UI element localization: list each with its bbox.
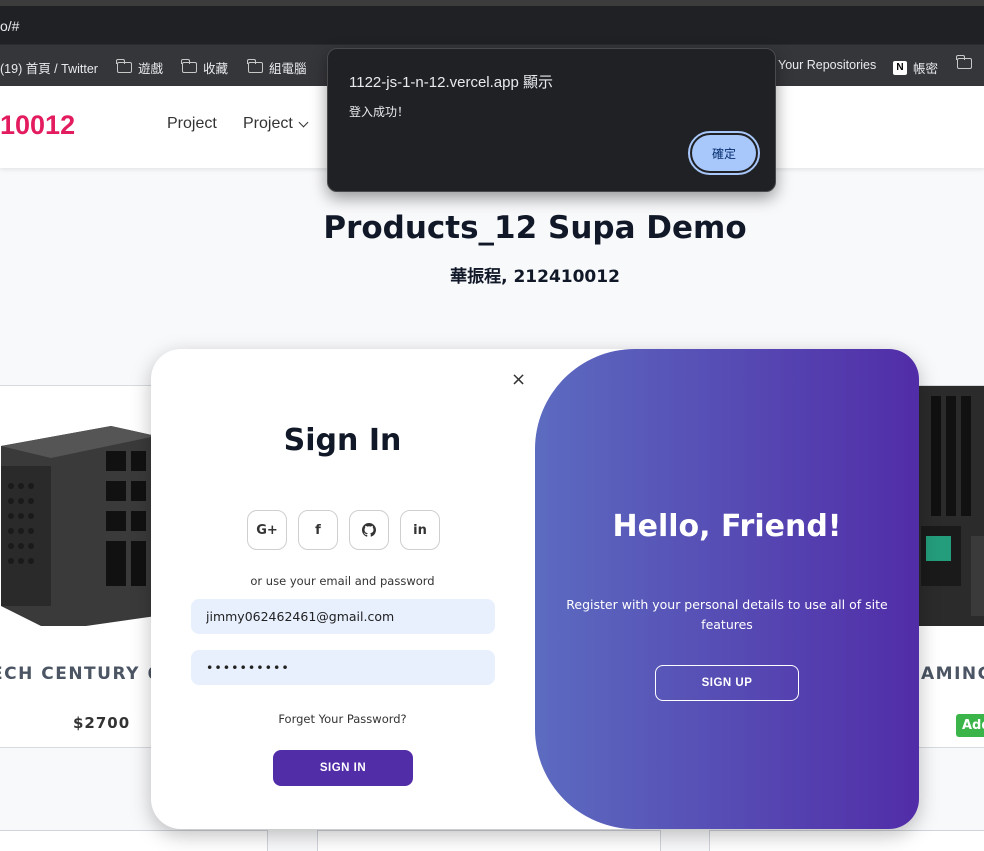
panel-title: Hello, Friend!: [612, 509, 842, 544]
chevron-down-icon: [298, 117, 309, 127]
bookmark-games[interactable]: 遊戲: [116, 58, 164, 77]
brand-logo[interactable]: 10012: [0, 110, 75, 141]
motherboard-image: [916, 386, 984, 626]
sign-up-button[interactable]: SIGN UP: [655, 665, 799, 701]
bookmark-repositories[interactable]: Your Repositories: [778, 58, 876, 72]
nav-link-label: Project: [243, 115, 293, 132]
password-field[interactable]: [191, 650, 495, 685]
folder-icon: [181, 59, 197, 73]
bookmark-label: Your Repositories: [778, 58, 877, 72]
notion-icon: N: [893, 60, 907, 75]
power-supply-image: [0, 406, 156, 626]
product-card[interactable]: [0, 830, 268, 851]
bookmark-twitter[interactable]: (19) 首頁 / Twitter: [0, 58, 98, 77]
bookmark-favorites[interactable]: 收藏: [181, 58, 229, 77]
welcome-panel: Hello, Friend! Register with your person…: [535, 349, 919, 829]
auth-modal: × Sign In G+ f in or use your email and …: [151, 349, 919, 829]
or-divider-text: or use your email and password: [250, 574, 435, 588]
alert-title: 1122-js-1-n-12.vercel.app 顯示: [349, 74, 553, 91]
folder-icon: [116, 59, 132, 73]
url-text[interactable]: o/#: [0, 18, 19, 34]
nav-link-label: Project: [167, 115, 217, 132]
close-icon[interactable]: ×: [511, 369, 526, 390]
email-field[interactable]: [191, 599, 495, 634]
github-glyph: [362, 523, 376, 537]
alert-message: 登入成功！: [349, 105, 410, 119]
page-subtitle: 華振程, 212410012: [450, 267, 620, 287]
page-title: Products_12 Supa Demo: [323, 210, 747, 246]
social-login-row: G+ f in: [247, 510, 440, 550]
facebook-icon[interactable]: f: [298, 510, 338, 550]
product-card[interactable]: [709, 830, 984, 851]
signin-title: Sign In: [283, 423, 402, 458]
bookmark-label: 帳密: [913, 62, 939, 76]
product-name: ECH CENTURY 65: [0, 664, 174, 684]
nav-project-link[interactable]: Project: [167, 115, 217, 133]
github-icon[interactable]: [349, 510, 389, 550]
browser-tab-strip: [0, 0, 984, 6]
add-to-cart-button[interactable]: Add: [956, 714, 984, 737]
bookmark-passwords[interactable]: N 帳密: [893, 58, 938, 77]
product-card[interactable]: ECH CENTURY 65 $2700: [0, 385, 173, 748]
bookmark-label: 組電腦: [269, 62, 307, 76]
bookmark-more[interactable]: [956, 55, 972, 69]
forgot-password-link[interactable]: Forget Your Password?: [151, 712, 534, 726]
alert-ok-button[interactable]: 確定: [688, 131, 760, 175]
sign-in-button[interactable]: SIGN IN: [273, 750, 413, 786]
linkedin-icon[interactable]: in: [400, 510, 440, 550]
bookmark-pc-build[interactable]: 組電腦: [247, 58, 307, 77]
product-price: $2700: [73, 714, 131, 732]
google-plus-icon[interactable]: G+: [247, 510, 287, 550]
bookmark-label: (19) 首頁 / Twitter: [0, 62, 98, 76]
browser-url-bar: o/#: [0, 0, 984, 44]
folder-icon: [247, 59, 263, 73]
bookmark-label: 遊戲: [138, 62, 164, 76]
nav-project-dropdown[interactable]: Project: [243, 115, 309, 133]
folder-icon: [956, 55, 972, 69]
product-card[interactable]: [317, 830, 661, 851]
browser-alert-dialog: 1122-js-1-n-12.vercel.app 顯示 登入成功！ 確定: [327, 48, 776, 192]
panel-text: Register with your personal details to u…: [566, 597, 888, 632]
bookmark-label: 收藏: [203, 62, 229, 76]
product-name: AMING: [921, 664, 984, 684]
